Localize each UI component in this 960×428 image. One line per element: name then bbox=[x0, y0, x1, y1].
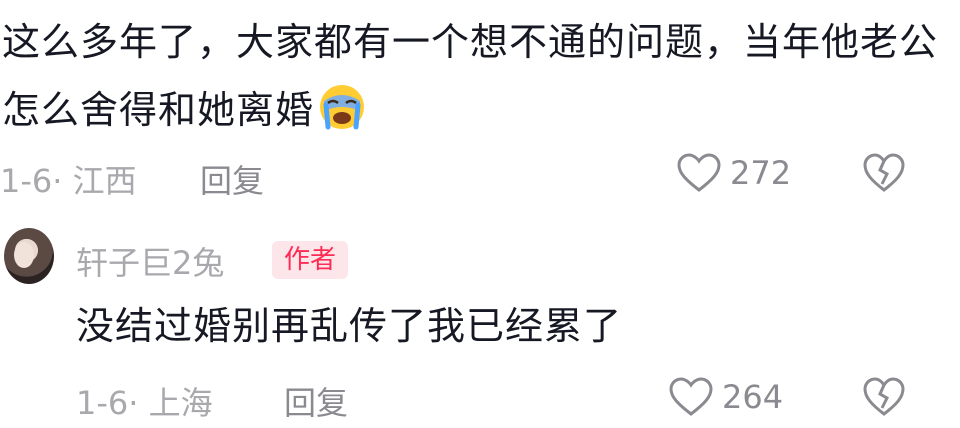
comment-text: 这么多年了，大家都有一个想不通的问题，当年他老公怎么舍得和她离婚 bbox=[2, 8, 942, 144]
like-count: 264 bbox=[722, 378, 784, 416]
like-button[interactable]: 272 bbox=[676, 152, 791, 194]
reply-date: 1-6 bbox=[76, 384, 129, 422]
comment-date: 1-6 bbox=[0, 162, 53, 200]
comment-meta: 1-6· 江西 bbox=[0, 162, 137, 200]
like-count: 272 bbox=[730, 154, 792, 192]
author-badge: 作者 bbox=[272, 241, 349, 279]
reply-username[interactable]: 轩子巨2兔 bbox=[76, 238, 224, 284]
comment-location: 江西 bbox=[72, 162, 137, 200]
broken-heart-icon bbox=[863, 377, 905, 416]
dislike-button[interactable] bbox=[862, 376, 906, 422]
reply-button[interactable]: 回复 bbox=[284, 378, 348, 424]
like-button[interactable]: 264 bbox=[668, 376, 783, 418]
loudly-crying-face-emoji-icon bbox=[318, 83, 366, 131]
reply-comment-text: 没结过婚别再乱传了我已经累了 bbox=[76, 304, 623, 348]
dislike-button[interactable] bbox=[862, 152, 906, 198]
heart-icon bbox=[669, 377, 713, 416]
reply-button[interactable]: 回复 bbox=[200, 156, 264, 202]
comment-body: 这么多年了，大家都有一个想不通的问题，当年他老公怎么舍得和她离婚 bbox=[2, 20, 939, 132]
avatar[interactable] bbox=[4, 228, 54, 284]
reply-meta: 1-6· 上海 bbox=[76, 384, 213, 422]
broken-heart-icon bbox=[863, 153, 905, 192]
reply-location: 上海 bbox=[148, 384, 213, 422]
heart-icon bbox=[677, 153, 721, 192]
